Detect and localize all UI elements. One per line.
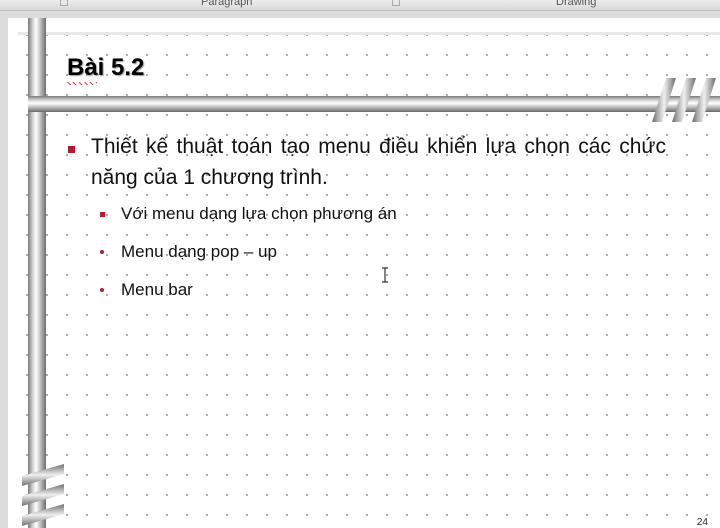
sub-bullet-1[interactable]: Với menu dạng lựa chọn phương án <box>121 204 397 224</box>
sub-bullet-2[interactable]: Menu dạng pop – up <box>121 242 277 262</box>
ribbon-bottom-strip: Paragraph Drawing <box>0 0 720 11</box>
font-dialog-launcher-icon[interactable] <box>60 0 68 6</box>
ribbon-group-paragraph-label: Paragraph <box>201 0 253 8</box>
main-bullet-text[interactable]: Thiết kế thuật toán tạo menu điều khiển … <box>91 131 666 193</box>
sub-bullet-marker <box>100 212 105 217</box>
sub-bullet-marker <box>100 250 104 254</box>
ribbon-group-drawing-label: Drawing <box>556 0 597 8</box>
spellcheck-underline <box>67 82 97 85</box>
vertical-pipe-decoration <box>28 18 46 528</box>
sub-bullet-marker <box>100 288 104 292</box>
top-pipe-decoration <box>18 32 720 35</box>
bottom-left-stripes-decoration-icon <box>22 464 64 526</box>
slide-title[interactable]: Bài 5.2 <box>67 54 144 82</box>
text-cursor-icon <box>382 267 388 283</box>
paragraph-dialog-launcher-icon[interactable] <box>392 0 400 6</box>
horizontal-pipe-decoration <box>28 96 720 112</box>
page-number: 24 <box>696 517 708 528</box>
sub-bullet-3[interactable]: Menu bar <box>121 280 193 300</box>
slide-canvas[interactable]: Bài 5.2 Thiết kế thuật toán tạo menu điề… <box>8 18 720 528</box>
main-bullet-marker <box>68 146 75 153</box>
diagonal-stripes-decoration-icon <box>652 78 716 122</box>
